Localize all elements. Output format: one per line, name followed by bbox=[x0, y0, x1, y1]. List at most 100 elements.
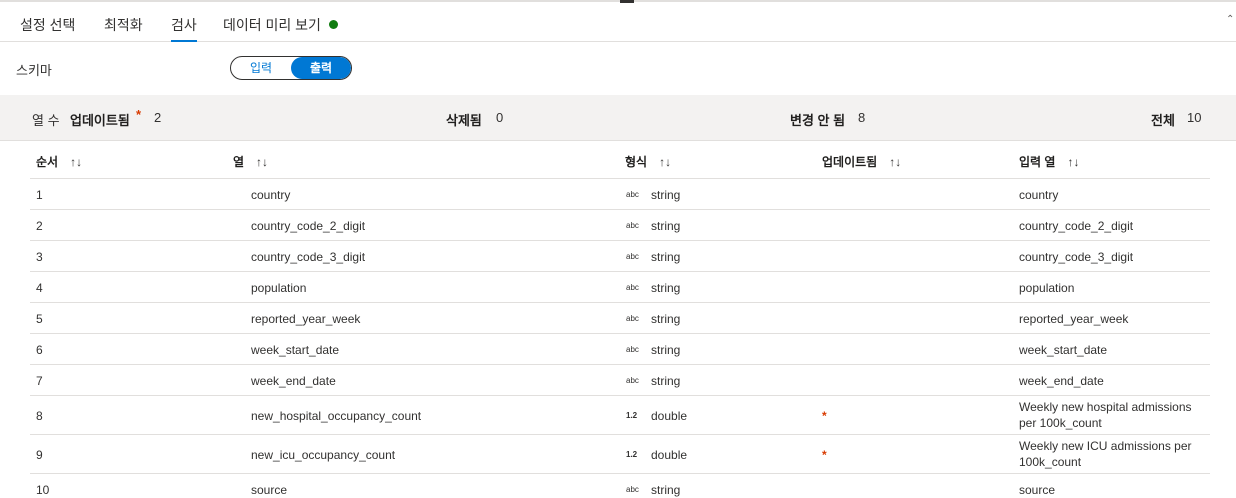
unchanged-label: 변경 안 됨 bbox=[790, 113, 846, 128]
table-row[interactable]: 6 week_start_date abc string week_start_date bbox=[30, 334, 1210, 365]
row-input-column: Weekly new ICU admissions per 100k_count bbox=[1019, 439, 1192, 469]
row-input-column: population bbox=[1019, 281, 1075, 295]
table-row[interactable]: 3 country_code_3_digit abc string country_co… bbox=[30, 241, 1210, 272]
row-input-column: week_start_date bbox=[1019, 343, 1108, 357]
row-column-name: week_end_date bbox=[251, 374, 336, 388]
row-order: 9 bbox=[36, 448, 43, 462]
schema-toggle[interactable]: 입력 출력 bbox=[230, 56, 352, 80]
header-input-column[interactable]: 입력 열 ↑↓ bbox=[1019, 153, 1079, 170]
deleted-label: 삭제됨 bbox=[446, 113, 482, 128]
table-row[interactable]: 9 new_icu_occupancy_count 1.2 double * Weekly… bbox=[30, 435, 1210, 474]
row-column-name: new_icu_occupancy_count bbox=[251, 448, 396, 462]
row-input-column: reported_year_week bbox=[1019, 312, 1129, 326]
row-type: string bbox=[651, 374, 681, 388]
row-column-name: country_code_3_digit bbox=[251, 250, 366, 264]
row-column-name: source bbox=[251, 483, 288, 497]
status-dot-icon bbox=[328, 20, 338, 29]
number-type-icon: 1.2 bbox=[626, 411, 638, 420]
toggle-input-button[interactable]: 입력 bbox=[231, 57, 291, 79]
header-column[interactable]: 열 ↑↓ bbox=[233, 153, 268, 170]
splitter-handle[interactable] bbox=[620, 0, 634, 3]
tab-bar: 설정 선택 최적화 검사 데이터 미리 보기 bbox=[0, 8, 1236, 42]
header-order[interactable]: 순서 ↑↓ bbox=[36, 153, 82, 170]
row-order: 3 bbox=[36, 250, 43, 264]
header-label: 입력 열 bbox=[1019, 155, 1056, 169]
string-type-icon: abc bbox=[626, 376, 639, 385]
row-type: string bbox=[651, 250, 681, 264]
string-type-icon: abc bbox=[626, 283, 639, 292]
tab-optimize[interactable]: 최적화 bbox=[104, 15, 143, 42]
tab-label: 검사 bbox=[171, 17, 197, 33]
string-type-icon: abc bbox=[626, 221, 639, 230]
row-column-name: reported_year_week bbox=[251, 312, 361, 326]
row-input-column: country bbox=[1019, 188, 1059, 202]
row-column-name: population bbox=[251, 281, 307, 295]
sort-icon[interactable]: ↑↓ bbox=[659, 155, 671, 169]
header-label: 순서 bbox=[36, 155, 59, 169]
row-order: 7 bbox=[36, 374, 43, 388]
header-type[interactable]: 형식 ↑↓ bbox=[625, 153, 671, 170]
updated-asterisk: * bbox=[136, 107, 142, 122]
row-input-column: country_code_3_digit bbox=[1019, 250, 1134, 264]
header-label: 업데이트됨 bbox=[822, 155, 878, 169]
row-order: 5 bbox=[36, 312, 43, 326]
row-type: string bbox=[651, 343, 681, 357]
string-type-icon: abc bbox=[626, 485, 639, 494]
row-type: string bbox=[651, 312, 681, 326]
row-column-name: country bbox=[251, 188, 291, 202]
tab-select-settings[interactable]: 설정 선택 bbox=[20, 15, 75, 42]
header-label: 형식 bbox=[625, 155, 648, 169]
updated-label: 업데이트됨 bbox=[70, 113, 130, 128]
tab-label: 최적화 bbox=[104, 17, 143, 33]
table-row[interactable]: 5 reported_year_week abc string reported_yea… bbox=[30, 303, 1210, 334]
row-type: double bbox=[651, 448, 688, 462]
row-order: 10 bbox=[36, 483, 50, 497]
sort-icon[interactable]: ↑↓ bbox=[1067, 155, 1079, 169]
sort-icon[interactable]: ↑↓ bbox=[256, 155, 268, 169]
row-type: string bbox=[651, 483, 681, 497]
tab-label: 데이터 미리 보기 bbox=[223, 17, 321, 33]
table-row[interactable]: 10 source abc string source bbox=[30, 474, 1210, 498]
updated-asterisk: * bbox=[822, 409, 827, 423]
row-input-column: week_end_date bbox=[1019, 374, 1104, 388]
row-type: string bbox=[651, 188, 681, 202]
string-type-icon: abc bbox=[626, 190, 639, 199]
deleted-count: 0 bbox=[496, 110, 504, 125]
sort-icon[interactable]: ↑↓ bbox=[70, 155, 82, 169]
string-type-icon: abc bbox=[626, 252, 639, 261]
row-column-name: new_hospital_occupancy_count bbox=[251, 409, 422, 423]
table-row[interactable]: 7 week_end_date abc string week_end_date bbox=[30, 365, 1210, 396]
row-input-column: country_code_2_digit bbox=[1019, 219, 1134, 233]
row-column-name: country_code_2_digit bbox=[251, 219, 366, 233]
row-column-name: week_start_date bbox=[251, 343, 340, 357]
tab-inspect[interactable]: 검사 bbox=[171, 15, 197, 42]
tab-label: 설정 선택 bbox=[20, 17, 76, 33]
updated-count: 2 bbox=[154, 110, 162, 125]
string-type-icon: abc bbox=[626, 345, 639, 354]
row-type: string bbox=[651, 219, 681, 233]
top-border bbox=[0, 0, 1236, 2]
row-type: double bbox=[651, 409, 688, 423]
row-order: 1 bbox=[36, 188, 43, 202]
string-type-icon: abc bbox=[626, 314, 639, 323]
header-updated[interactable]: 업데이트됨 ↑↓ bbox=[822, 153, 901, 170]
sort-icon[interactable]: ↑↓ bbox=[889, 155, 901, 169]
columns-label: 열 수 bbox=[32, 113, 60, 128]
summary-bar: 열 수 업데이트됨 * 2 삭제됨 0 변경 안 됨 8 전체 10 bbox=[0, 95, 1236, 141]
table-row[interactable]: 2 country_code_2_digit abc string country_co… bbox=[30, 210, 1210, 241]
table-row[interactable]: 8 new_hospital_occupancy_count 1.2 double * W… bbox=[30, 396, 1210, 435]
schema-label: 스키마 bbox=[16, 63, 52, 78]
updated-asterisk: * bbox=[822, 448, 827, 462]
table-row[interactable]: 1 country abc string country bbox=[30, 179, 1210, 210]
row-input-column: source bbox=[1019, 483, 1056, 497]
row-input-column: Weekly new hospital admissions per 100k_… bbox=[1019, 400, 1192, 430]
total-count: 10 bbox=[1187, 110, 1202, 125]
table-row[interactable]: 4 population abc string population bbox=[30, 272, 1210, 303]
row-order: 4 bbox=[36, 281, 43, 295]
row-order: 2 bbox=[36, 219, 43, 233]
toggle-output-button[interactable]: 출력 bbox=[291, 57, 351, 79]
tab-data-preview[interactable]: 데이터 미리 보기 bbox=[223, 15, 338, 42]
unchanged-count: 8 bbox=[858, 110, 866, 125]
row-type: string bbox=[651, 281, 681, 295]
row-order: 8 bbox=[36, 409, 43, 423]
